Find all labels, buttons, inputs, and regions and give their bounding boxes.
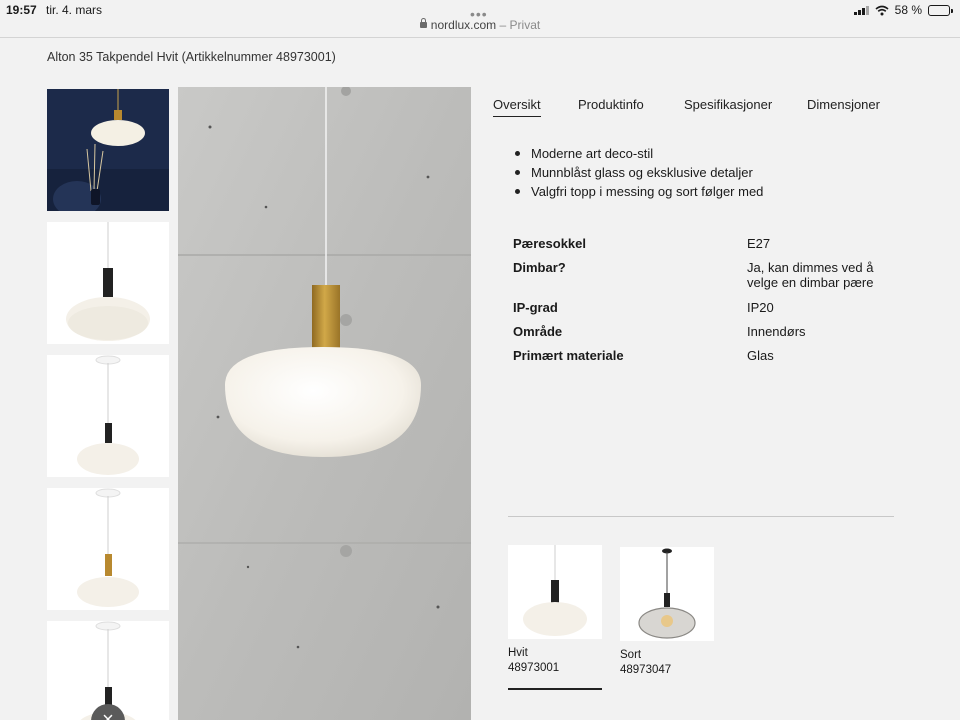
spec-key: Dimbar? bbox=[513, 260, 566, 275]
spec-key: Område bbox=[513, 324, 563, 339]
pendant-smoke-glass-image bbox=[638, 548, 696, 639]
feature-list: Moderne art deco-stil Munnblåst glass og… bbox=[513, 144, 763, 201]
variant-black[interactable]: Sort 48973047 bbox=[620, 547, 714, 676]
feature-item: Valgfri topp i messing og sort følger me… bbox=[513, 182, 763, 201]
variant-number: 48973001 bbox=[508, 662, 560, 674]
url-bar[interactable]: ••• nordlux.com – Privat bbox=[0, 6, 960, 38]
url-domain: nordlux.com bbox=[430, 18, 497, 32]
spec-key: Primært materiale bbox=[513, 348, 624, 363]
spec-value: Glas bbox=[747, 348, 774, 363]
pendant-lamp-on-concrete-image bbox=[178, 87, 471, 720]
variant-number: 48973047 bbox=[620, 664, 672, 676]
lock-icon bbox=[419, 18, 427, 28]
tab-dimensjoner[interactable]: Dimensjoner bbox=[807, 97, 880, 112]
thumbnail-4[interactable] bbox=[47, 488, 169, 610]
variant-black-image bbox=[620, 547, 714, 641]
spec-value: Innendørs bbox=[747, 324, 806, 339]
variant-white[interactable]: Hvit 48973001 bbox=[508, 545, 602, 674]
pendant-canopy-black-image bbox=[77, 355, 139, 475]
spec-value: E27 bbox=[747, 236, 771, 251]
tab-spesifikasjoner[interactable]: Spesifikasjoner bbox=[684, 97, 772, 112]
section-divider bbox=[508, 516, 894, 517]
product-title: Alton 35 Takpendel Hvit (Artikkelnummer … bbox=[47, 50, 336, 64]
tab-produktinfo[interactable]: Produktinfo bbox=[578, 97, 644, 112]
tab-oversikt[interactable]: Oversikt bbox=[493, 97, 541, 117]
pendant-white-image bbox=[523, 545, 587, 636]
variant-name: Sort bbox=[620, 649, 642, 661]
spec-value: IP20 bbox=[747, 300, 774, 315]
main-product-image[interactable] bbox=[178, 87, 471, 720]
product-tabs: Oversikt Produktinfo Spesifikasjoner Dim… bbox=[493, 97, 893, 121]
private-mode-label: – Privat bbox=[499, 18, 541, 32]
pendant-black-top-image bbox=[66, 222, 150, 341]
variant-name: Hvit bbox=[508, 647, 528, 659]
thumbnail-2[interactable] bbox=[47, 222, 169, 344]
selected-variant-indicator bbox=[508, 688, 602, 690]
pendant-canopy-brass-image bbox=[77, 488, 139, 607]
feature-item: Munnblåst glass og eksklusive detaljer bbox=[513, 163, 763, 182]
spec-key: IP-grad bbox=[513, 300, 558, 315]
toolbar-divider bbox=[0, 37, 960, 38]
thumbnail-3[interactable] bbox=[47, 355, 169, 477]
variant-white-image bbox=[508, 545, 602, 639]
spec-value: Ja, kan dimmes ved å velge en dimbar pær… bbox=[747, 260, 874, 290]
spec-key: Pæresokkel bbox=[513, 236, 586, 251]
feature-item: Moderne art deco-stil bbox=[513, 144, 763, 163]
thumbnail-1[interactable] bbox=[47, 89, 169, 211]
url-text[interactable]: nordlux.com – Privat bbox=[0, 18, 960, 32]
room-scene-image bbox=[47, 89, 169, 211]
